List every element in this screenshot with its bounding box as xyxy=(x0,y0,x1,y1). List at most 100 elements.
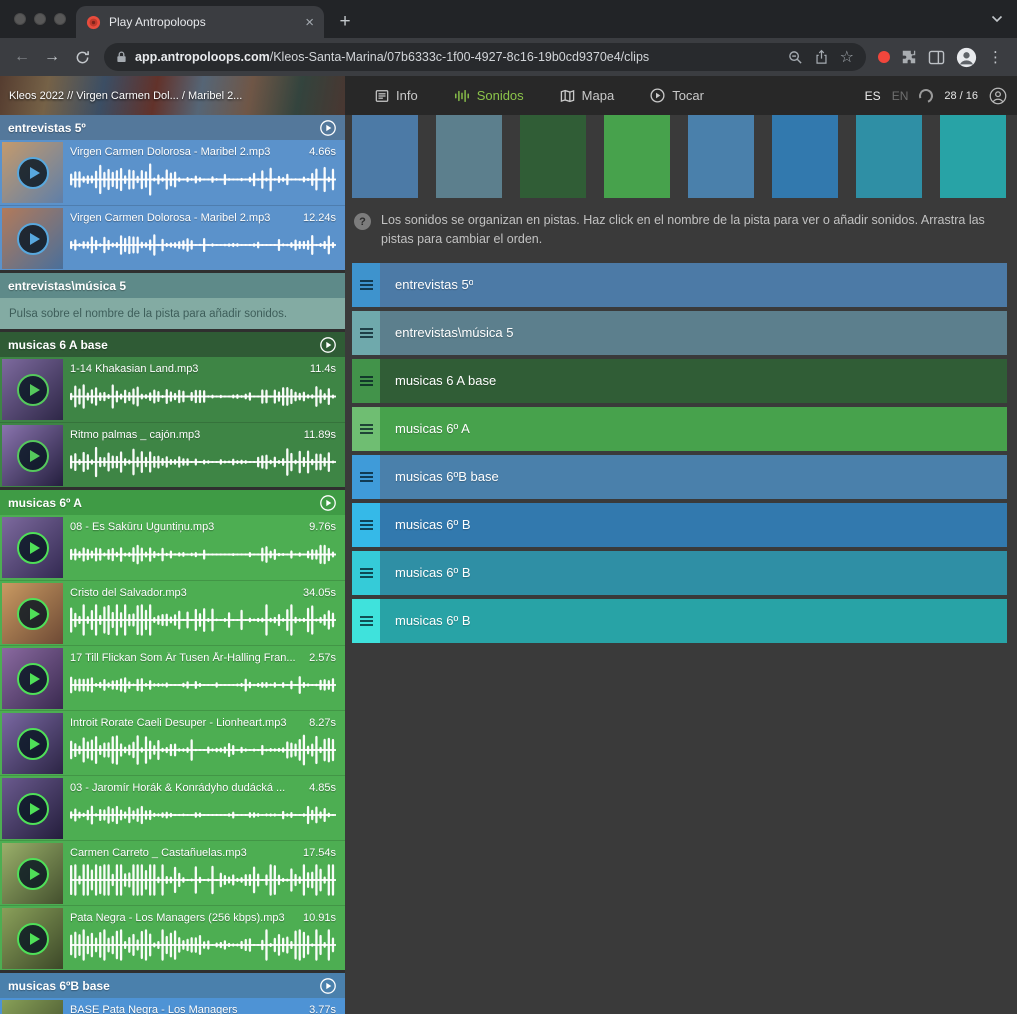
clip-thumbnail[interactable] xyxy=(2,843,63,904)
clip-thumbnail[interactable] xyxy=(2,713,63,774)
clip-row[interactable]: 03 - Jaromír Horák & Konrádyho dudácká .… xyxy=(0,775,345,840)
clip-row[interactable]: Cristo del Salvador.mp3 34.05s xyxy=(0,580,345,645)
new-tab-button[interactable]: + xyxy=(332,9,358,35)
clip-thumbnail[interactable] xyxy=(2,142,63,203)
clip-tile[interactable] xyxy=(436,115,502,198)
lang-es-button[interactable]: ES xyxy=(865,89,881,103)
track-name-button[interactable]: musicas 6º B xyxy=(380,599,1007,643)
clip-tile[interactable] xyxy=(688,115,754,198)
minimize-window-button[interactable] xyxy=(34,13,46,25)
clip-thumbnail[interactable] xyxy=(2,583,63,644)
browser-menu-icon[interactable]: ⋮ xyxy=(988,48,1003,66)
reload-button[interactable] xyxy=(68,43,96,71)
tab-sonidos[interactable]: Sonidos xyxy=(454,88,524,103)
clip-tile[interactable] xyxy=(520,115,586,198)
clip-row[interactable]: Ritmo palmas _ cajón.mp3 11.89s xyxy=(0,422,345,487)
clip-play-icon[interactable] xyxy=(17,923,49,955)
track-name-button[interactable]: musicas 6º A xyxy=(380,407,1007,451)
profile-avatar[interactable] xyxy=(956,47,977,68)
clip-thumbnail[interactable] xyxy=(2,208,63,269)
track-row[interactable]: musicas 6 A base xyxy=(352,359,1007,403)
track-drag-handle[interactable] xyxy=(352,263,380,307)
track-row[interactable]: musicas 6º B xyxy=(352,551,1007,595)
breadcrumb[interactable]: Kleos 2022 // Virgen Carmen Dol... / Mar… xyxy=(0,76,345,115)
section-play-button[interactable] xyxy=(319,977,337,995)
track-name-button[interactable]: musicas 6º B xyxy=(380,503,1007,547)
lang-en-button[interactable]: EN xyxy=(892,89,909,103)
track-drag-handle[interactable] xyxy=(352,359,380,403)
tab-mapa[interactable]: Mapa xyxy=(560,88,615,103)
clip-row[interactable]: 17 Till Flickan Som Är Tusen År-Halling … xyxy=(0,645,345,710)
clip-play-icon[interactable] xyxy=(17,793,49,825)
clip-thumbnail[interactable] xyxy=(2,778,63,839)
clip-play-icon[interactable] xyxy=(17,858,49,890)
clip-play-icon[interactable] xyxy=(17,440,49,472)
track-drag-handle[interactable] xyxy=(352,407,380,451)
clip-row[interactable]: Virgen Carmen Dolorosa - Maribel 2.mp3 1… xyxy=(0,205,345,270)
clip-play-icon[interactable] xyxy=(17,728,49,760)
back-button[interactable]: ← xyxy=(8,43,36,71)
track-row[interactable]: entrevistas\música 5 xyxy=(352,311,1007,355)
clip-thumbnail[interactable] xyxy=(2,908,63,969)
bookmark-star-icon[interactable]: ☆ xyxy=(840,47,854,67)
clip-thumbnail[interactable] xyxy=(2,648,63,709)
track-row[interactable]: musicas 6º B xyxy=(352,503,1007,547)
address-bar[interactable]: app.antropoloops.com/Kleos-Santa-Marina/… xyxy=(104,43,866,71)
clip-row[interactable]: Pata Negra - Los Managers (256 kbps).mp3… xyxy=(0,905,345,970)
track-row[interactable]: musicas 6ºB base xyxy=(352,455,1007,499)
track-row[interactable]: musicas 6º A xyxy=(352,407,1007,451)
clip-row[interactable]: BASE Pata Negra - Los Managers 3.77s xyxy=(0,998,345,1014)
track-drag-handle[interactable] xyxy=(352,311,380,355)
recording-extension-icon[interactable] xyxy=(878,51,890,63)
section-header[interactable]: entrevistas 5º xyxy=(0,115,345,140)
clip-play-icon[interactable] xyxy=(17,223,49,255)
clip-thumbnail[interactable] xyxy=(2,1000,63,1014)
clip-play-icon[interactable] xyxy=(17,663,49,695)
clip-tile[interactable] xyxy=(772,115,838,198)
clip-row[interactable]: Virgen Carmen Dolorosa - Maribel 2.mp3 4… xyxy=(0,140,345,205)
section-play-button[interactable] xyxy=(319,494,337,512)
clip-tile[interactable] xyxy=(352,115,418,198)
tab-search-chevron-icon[interactable] xyxy=(991,10,1003,28)
clip-tile[interactable] xyxy=(856,115,922,198)
zoom-icon[interactable] xyxy=(788,50,803,65)
tab-tocar[interactable]: Tocar xyxy=(650,88,704,103)
section-header[interactable]: musicas 6ºB base xyxy=(0,973,345,998)
clip-play-icon[interactable] xyxy=(17,598,49,630)
section-header[interactable]: musicas 6 A base xyxy=(0,332,345,357)
account-icon[interactable] xyxy=(989,87,1007,105)
track-name-button[interactable]: musicas 6º B xyxy=(380,551,1007,595)
clip-row[interactable]: 08 - Es Sakūru Uguntiņu.mp3 9.76s xyxy=(0,515,345,580)
track-drag-handle[interactable] xyxy=(352,455,380,499)
track-name-button[interactable]: musicas 6 A base xyxy=(380,359,1007,403)
track-name-button[interactable]: entrevistas\música 5 xyxy=(380,311,1007,355)
track-drag-handle[interactable] xyxy=(352,503,380,547)
track-drag-handle[interactable] xyxy=(352,551,380,595)
clip-thumbnail[interactable] xyxy=(2,425,63,486)
section-header[interactable]: entrevistas\música 5 xyxy=(0,273,345,298)
track-row[interactable]: musicas 6º B xyxy=(352,599,1007,643)
clip-tile[interactable] xyxy=(940,115,1006,198)
tab-close-icon[interactable]: × xyxy=(305,15,314,30)
clip-row[interactable]: 1-14 Khakasian Land.mp3 11.4s xyxy=(0,357,345,422)
clip-play-icon[interactable] xyxy=(17,374,49,406)
clip-thumbnail[interactable] xyxy=(2,517,63,578)
close-window-button[interactable] xyxy=(14,13,26,25)
forward-button[interactable]: → xyxy=(38,43,66,71)
section-play-button[interactable] xyxy=(319,119,337,137)
track-row[interactable]: entrevistas 5º xyxy=(352,263,1007,307)
clip-play-icon[interactable] xyxy=(17,157,49,189)
track-drag-handle[interactable] xyxy=(352,599,380,643)
side-panel-icon[interactable] xyxy=(928,50,945,65)
clip-tile[interactable] xyxy=(604,115,670,198)
browser-tab[interactable]: Play Antropoloops × xyxy=(76,6,324,38)
track-name-button[interactable]: entrevistas 5º xyxy=(380,263,1007,307)
clip-thumbnail[interactable] xyxy=(2,359,63,420)
zoom-window-button[interactable] xyxy=(54,13,66,25)
section-header[interactable]: musicas 6º A xyxy=(0,490,345,515)
clip-row[interactable]: Carmen Carreto _ Castañuelas.mp3 17.54s xyxy=(0,840,345,905)
track-name-button[interactable]: musicas 6ºB base xyxy=(380,455,1007,499)
clip-play-icon[interactable] xyxy=(17,532,49,564)
extensions-puzzle-icon[interactable] xyxy=(901,49,917,65)
section-play-button[interactable] xyxy=(319,336,337,354)
